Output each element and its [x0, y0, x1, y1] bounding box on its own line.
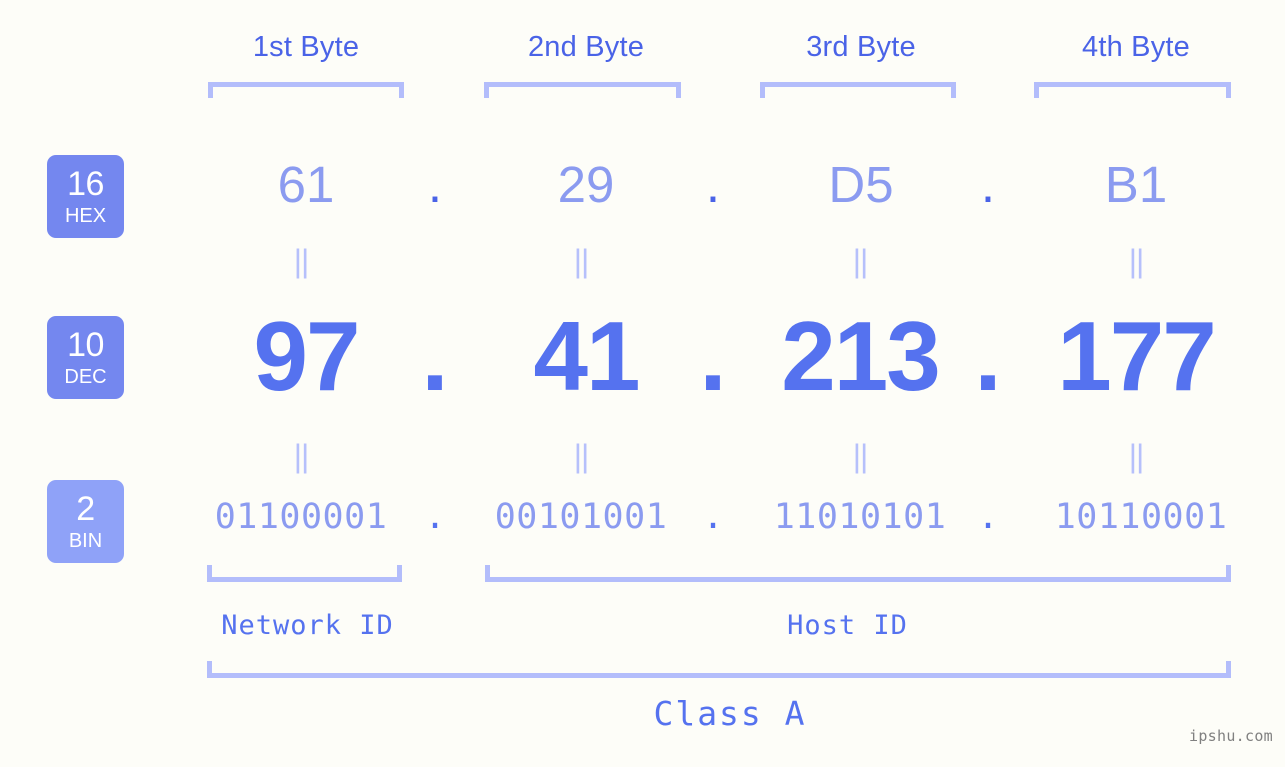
host-id-bracket — [485, 565, 1231, 582]
equals-mark-dec-bin-4: || — [1128, 438, 1145, 474]
radix-badge-hex-name: HEX — [64, 205, 107, 227]
dec-byte-2: 41 — [533, 301, 640, 411]
radix-badge-dec-number: 10 — [67, 326, 104, 364]
equals-mark-dec-bin-3: || — [852, 438, 869, 474]
hex-separator-1: . — [427, 156, 443, 213]
radix-badge-hex: 16 HEX — [47, 155, 124, 238]
host-id-label: Host ID — [787, 610, 908, 641]
bin-byte-2: 00101001 — [494, 497, 668, 537]
class-bracket — [207, 661, 1231, 678]
bin-separator-3: . — [977, 497, 999, 537]
equals-mark-hex-dec-3: || — [852, 243, 869, 279]
dec-separator-2: . — [699, 301, 727, 411]
class-label: Class A — [653, 694, 807, 733]
dec-separator-3: . — [974, 301, 1002, 411]
bin-byte-1: 01100001 — [214, 497, 388, 537]
hex-byte-2: 29 — [557, 156, 615, 213]
radix-badge-dec-name: DEC — [64, 366, 107, 388]
bin-byte-3: 11010101 — [773, 497, 947, 537]
bin-byte-4: 10110001 — [1054, 497, 1228, 537]
equals-mark-dec-bin-2: || — [573, 438, 590, 474]
network-id-label: Network ID — [221, 610, 394, 641]
byte-bracket-4 — [1034, 82, 1231, 98]
byte-header-4: 4th Byte — [1082, 31, 1190, 63]
hex-separator-2: . — [705, 156, 721, 213]
dec-byte-1: 97 — [253, 301, 360, 411]
equals-mark-hex-dec-2: || — [573, 243, 590, 279]
bin-separator-2: . — [702, 497, 724, 537]
radix-badge-bin-name: BIN — [68, 530, 103, 552]
bin-separator-1: . — [424, 497, 446, 537]
hex-byte-3: D5 — [828, 156, 894, 213]
byte-header-3: 3rd Byte — [806, 31, 916, 63]
radix-badge-dec: 10 DEC — [47, 316, 124, 399]
hex-byte-1: 61 — [277, 156, 335, 213]
equals-mark-hex-dec-1: || — [293, 243, 310, 279]
dec-byte-4: 177 — [1057, 301, 1217, 411]
dec-byte-3: 213 — [781, 301, 941, 411]
equals-mark-hex-dec-4: || — [1128, 243, 1145, 279]
equals-mark-dec-bin-1: || — [293, 438, 310, 474]
hex-separator-3: . — [980, 156, 996, 213]
byte-bracket-1 — [208, 82, 404, 98]
site-watermark: ipshu.com — [1189, 727, 1273, 745]
byte-header-2: 2nd Byte — [527, 31, 645, 63]
radix-badge-hex-number: 16 — [67, 165, 104, 203]
radix-badge-bin-number: 2 — [76, 490, 95, 528]
dec-separator-1: . — [421, 301, 449, 411]
ip-breakdown-diagram: 1st Byte 2nd Byte 3rd Byte 4th Byte 16 H… — [0, 0, 1285, 767]
byte-bracket-3 — [760, 82, 956, 98]
radix-badge-bin: 2 BIN — [47, 480, 124, 563]
byte-bracket-2 — [484, 82, 681, 98]
hex-byte-4: B1 — [1104, 156, 1168, 213]
network-id-bracket — [207, 565, 402, 582]
byte-header-1: 1st Byte — [252, 31, 360, 63]
